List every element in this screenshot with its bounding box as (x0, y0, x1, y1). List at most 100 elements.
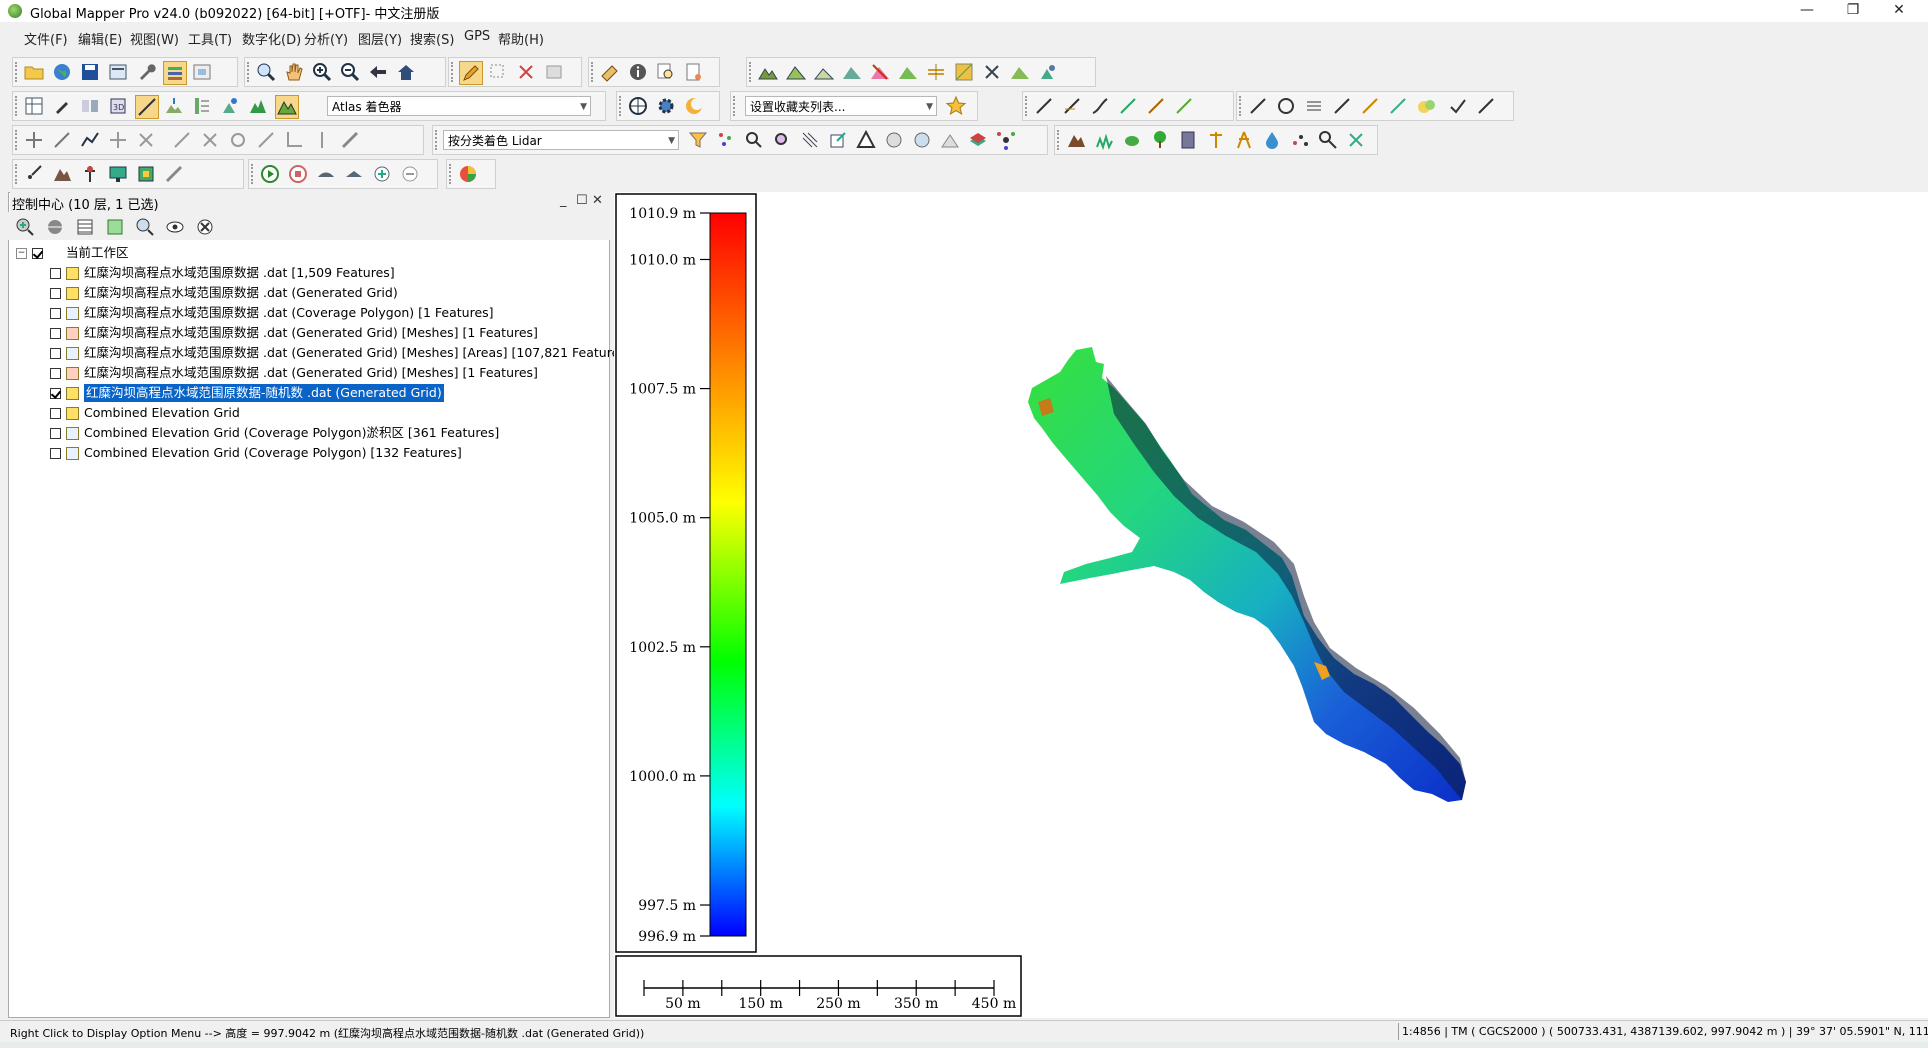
digitize-pencil-icon[interactable] (459, 61, 483, 85)
overlap-icon[interactable] (1345, 129, 1367, 151)
close-button[interactable]: ✕ (1876, 0, 1922, 22)
elevation-legend-icon[interactable] (191, 95, 213, 117)
edit-path-icon[interactable] (79, 129, 101, 151)
tree-icon[interactable] (1149, 129, 1171, 151)
info-icon[interactable] (627, 61, 649, 83)
lidar-edit-icon[interactable] (827, 129, 849, 151)
layer-remove-icon[interactable] (194, 216, 216, 238)
path-profile-icon[interactable] (683, 61, 705, 83)
medium-veg-icon[interactable] (1121, 129, 1143, 151)
zoom-in-icon[interactable] (311, 61, 333, 83)
lidar-cluster-icon[interactable] (883, 129, 905, 151)
layer-visibility-checkbox[interactable] (50, 348, 61, 359)
map-canvas[interactable]: 1010.9 m 1010.0 m 1007.5 m 1005.0 m 1002.5 m… (614, 192, 1928, 1018)
plugin-icon[interactable] (135, 163, 157, 185)
split-line-icon[interactable] (1247, 95, 1269, 117)
edit-vertex-icon[interactable] (1145, 95, 1167, 117)
measure-ruler-icon[interactable] (599, 61, 621, 83)
lidar-ground-icon[interactable] (939, 129, 961, 151)
lidar-zoom-icon[interactable] (771, 129, 793, 151)
watershed-icon[interactable] (869, 61, 891, 83)
add-record-icon[interactable] (371, 163, 393, 185)
measure-tape-icon[interactable] (339, 129, 361, 151)
terrain-profile-icon[interactable] (757, 61, 779, 83)
workspace-checkbox[interactable] (32, 248, 43, 259)
connect-line-icon[interactable] (1173, 95, 1195, 117)
delete-feature-icon[interactable] (515, 61, 537, 83)
line-of-sight-icon[interactable] (897, 61, 919, 83)
layer-visibility-checkbox[interactable] (50, 368, 61, 379)
layer-visibility-checkbox[interactable] (50, 268, 61, 279)
layer-table-icon[interactable] (74, 216, 96, 238)
peak-icon[interactable] (247, 95, 269, 117)
contour-icon[interactable] (785, 61, 807, 83)
layer-visibility-checkbox[interactable] (50, 388, 61, 399)
gear-icon[interactable] (655, 95, 677, 117)
print-layout-icon[interactable] (107, 61, 129, 83)
water-level-icon[interactable] (163, 95, 185, 117)
tower-icon[interactable] (1233, 129, 1255, 151)
play-icon[interactable] (259, 163, 281, 185)
lidar-layers-icon[interactable] (967, 129, 989, 151)
view-shed-icon[interactable] (841, 61, 863, 83)
online-globe-icon[interactable] (627, 95, 649, 117)
reshape-icon[interactable] (255, 129, 277, 151)
layer-search-icon[interactable] (134, 216, 156, 238)
3d-split-icon[interactable] (79, 95, 101, 117)
globe-icon[interactable] (51, 61, 73, 83)
lidar-network-icon[interactable] (995, 129, 1017, 151)
lidar-grid-icon[interactable] (799, 129, 821, 151)
menu-edit[interactable]: 编辑(E) (78, 29, 122, 48)
rotate-feature-icon[interactable] (1359, 95, 1381, 117)
collapse-icon[interactable]: − (16, 248, 27, 259)
monitor-icon[interactable] (107, 163, 129, 185)
lidar-classify-icon[interactable] (1009, 61, 1031, 83)
flip-icon[interactable] (311, 129, 333, 151)
panel-minimize-icon[interactable]: _ (560, 193, 567, 208)
layer-visibility-checkbox[interactable] (50, 328, 61, 339)
pole-icon[interactable] (1205, 129, 1227, 151)
water-class-icon[interactable] (1261, 129, 1283, 151)
save-icon[interactable] (79, 61, 101, 83)
menu-tools[interactable]: 工具(T) (188, 29, 232, 48)
layout-icon[interactable] (23, 95, 45, 117)
3d-view-icon[interactable]: 3D (107, 95, 129, 117)
draw-line-icon[interactable] (171, 129, 193, 151)
layer-globe-icon[interactable] (44, 216, 66, 238)
zoom-tool-icon[interactable] (255, 61, 277, 83)
slope-icon[interactable] (925, 61, 947, 83)
layer-row[interactable]: 红糜沟坝高程点水域范围原数据 .dat (Generated Grid) [Me… (10, 364, 608, 382)
open-folder-icon[interactable] (23, 61, 45, 83)
layer-row[interactable]: 红糜沟坝高程点水域范围原数据 .dat (Coverage Polygon) [… (10, 304, 608, 322)
remove-record-icon[interactable] (399, 163, 421, 185)
point-cloud-icon[interactable] (981, 61, 1003, 83)
workspace-root[interactable]: − 当前工作区 (10, 244, 410, 262)
split-icon[interactable] (199, 129, 221, 151)
layer-row[interactable]: 红糜沟坝高程点水域范围原数据 .dat [1,509 Features] (10, 264, 608, 282)
snap-icon[interactable] (135, 129, 157, 151)
layer-row[interactable]: 红糜沟坝高程点水域范围原数据-随机数 .dat (Generated Grid) (10, 383, 608, 403)
layer-grid-icon[interactable] (104, 216, 126, 238)
hillshade-toggle-icon[interactable] (135, 95, 159, 119)
add-layer-icon[interactable] (14, 216, 36, 238)
cloud-shape-icon[interactable] (1415, 95, 1437, 117)
join-icon[interactable] (227, 129, 249, 151)
terrain-icon[interactable] (51, 163, 73, 185)
crop-icon[interactable] (283, 129, 305, 151)
menu-digitize[interactable]: 数字化(D) (242, 29, 301, 48)
raster-calc-icon[interactable] (953, 61, 975, 83)
moon-icon[interactable] (683, 95, 705, 117)
home-icon[interactable] (395, 61, 417, 83)
minimize-button[interactable]: — (1784, 0, 1830, 22)
menu-search[interactable]: 搜索(S) (410, 29, 454, 48)
layer-visibility-checkbox[interactable] (50, 308, 61, 319)
move-point-icon[interactable] (23, 129, 45, 151)
grid-create-icon[interactable] (1303, 95, 1325, 117)
menu-analysis[interactable]: 分析(Y) (304, 29, 348, 48)
pan-hand-icon[interactable] (283, 61, 305, 83)
color-wheel-icon[interactable] (457, 163, 479, 185)
station-icon[interactable] (79, 163, 101, 185)
panel-float-icon[interactable]: ☐ (576, 193, 588, 208)
volume-icon[interactable] (813, 61, 835, 83)
key-point-icon[interactable] (1317, 129, 1339, 151)
